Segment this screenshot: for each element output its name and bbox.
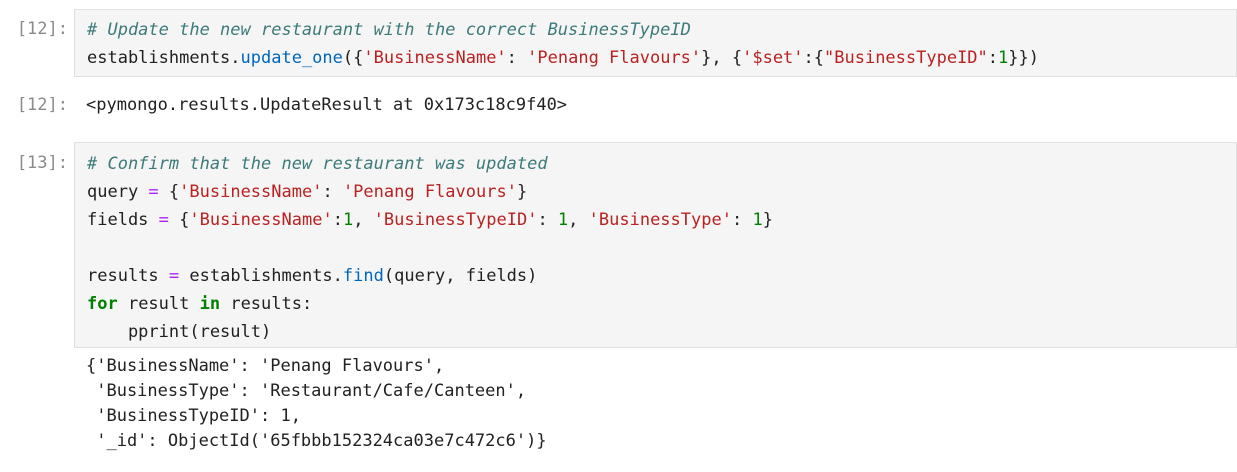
code-token: = <box>168 266 180 286</box>
code-token: : <box>322 182 343 202</box>
code-token: = <box>148 182 159 202</box>
code-line: for result in results: <box>87 290 1236 318</box>
code-token: 1 <box>557 210 569 230</box>
code-line: # Confirm that the new restaurant was up… <box>87 150 1236 178</box>
code-cell-13[interactable]: [13]: # Confirm that the new restaurant … <box>0 142 1237 348</box>
code-token: 'BusinessName' <box>179 182 323 202</box>
code-token: : <box>987 48 999 68</box>
stream-output: {'BusinessName': 'Penang Flavours', 'Bus… <box>0 354 1237 464</box>
code-token: # Confirm that the new restaurant was up… <box>87 154 548 174</box>
output-line: 'BusinessType': 'Restaurant/Cafe/Canteen… <box>86 379 1237 404</box>
code-token: : <box>506 48 528 68</box>
code-editor[interactable]: # Update the new restaurant with the cor… <box>74 9 1237 77</box>
code-token: 'BusinessName' <box>363 48 507 68</box>
code-token: query <box>87 182 149 202</box>
code-token: 'BusinessTypeID': 1, <box>86 406 301 426</box>
input-prompt: [13]: <box>16 153 68 173</box>
code-token: '_id': ObjectId('65fbbb152324ca03e7c472c… <box>86 431 547 451</box>
code-cell-12[interactable]: [12]: # Update the new restaurant with t… <box>0 9 1237 77</box>
code-token: update_one <box>240 48 343 68</box>
code-token: : <box>332 210 343 230</box>
code-token: pprint(result) <box>87 322 272 342</box>
code-token: 'BusinessType' <box>588 210 732 230</box>
output-area: <pymongo.results.UpdateResult at 0x173c1… <box>74 91 1237 119</box>
code-token: # Update the new restaurant with the cor… <box>87 20 691 40</box>
code-token: 'Penang Flavours' <box>342 182 517 202</box>
code-token: 'BusinessTypeID' <box>373 210 538 230</box>
code-token: <pymongo.results.UpdateResult at 0x173c1… <box>86 95 568 115</box>
code-token: result <box>117 294 200 314</box>
code-token: {'BusinessName': 'Penang Flavours', <box>86 356 445 376</box>
code-token: 1 <box>342 210 354 230</box>
output-prompt: [12]: <box>16 95 68 115</box>
code-token: } <box>516 182 528 202</box>
code-token: : <box>537 210 558 230</box>
code-token: } <box>762 210 773 230</box>
code-token: { <box>168 210 190 230</box>
code-token: : <box>731 210 753 230</box>
code-token: results <box>87 266 169 286</box>
output-cell-12: [12]: <pymongo.results.UpdateResult at 0… <box>0 91 1237 121</box>
code-token: 'BusinessName' <box>189 210 333 230</box>
code-token: , <box>353 210 374 230</box>
output-line: 'BusinessTypeID': 1, <box>86 404 1237 429</box>
code-token: establishments. <box>179 266 343 286</box>
code-token: '$set' <box>742 48 804 68</box>
code-token: 'Penang Flavours' <box>527 48 702 68</box>
output-line: '_id': ObjectId('65fbbb152324ca03e7c472c… <box>86 429 1237 454</box>
code-token: establishments. <box>87 48 241 68</box>
code-token: , <box>568 210 589 230</box>
code-token: for <box>87 294 118 314</box>
code-token: in <box>199 294 221 314</box>
code-line: establishments.update_one({'BusinessName… <box>87 44 1236 72</box>
code-token: (query, fields) <box>383 266 538 286</box>
code-line: # Update the new restaurant with the cor… <box>87 16 1236 44</box>
code-token: results: <box>220 294 313 314</box>
code-editor[interactable]: # Confirm that the new restaurant was up… <box>74 142 1237 348</box>
code-line: results = establishments.find(query, fie… <box>87 262 1236 290</box>
code-token: fields <box>87 210 159 230</box>
code-token: { <box>158 182 180 202</box>
code-token: }, { <box>701 48 743 68</box>
code-line: fields = {'BusinessName':1, 'BusinessTyp… <box>87 206 1236 234</box>
output-line: <pymongo.results.UpdateResult at 0x173c1… <box>86 91 1237 119</box>
input-prompt: [12]: <box>16 19 68 39</box>
code-token: }}) <box>1008 48 1039 68</box>
code-token: ({ <box>342 48 364 68</box>
code-token: 1 <box>998 48 1009 68</box>
code-token: = <box>158 210 169 230</box>
output-area: {'BusinessName': 'Penang Flavours', 'Bus… <box>74 354 1237 454</box>
code-token: find <box>342 266 384 286</box>
code-token: :{ <box>803 48 825 68</box>
code-token: 1 <box>752 210 763 230</box>
output-line: {'BusinessName': 'Penang Flavours', <box>86 354 1237 379</box>
code-line: pprint(result) <box>87 318 1236 346</box>
code-token: 'BusinessType': 'Restaurant/Cafe/Canteen… <box>86 381 527 401</box>
code-line: query = {'BusinessName': 'Penang Flavour… <box>87 178 1236 206</box>
code-token: "BusinessTypeID" <box>824 48 988 68</box>
